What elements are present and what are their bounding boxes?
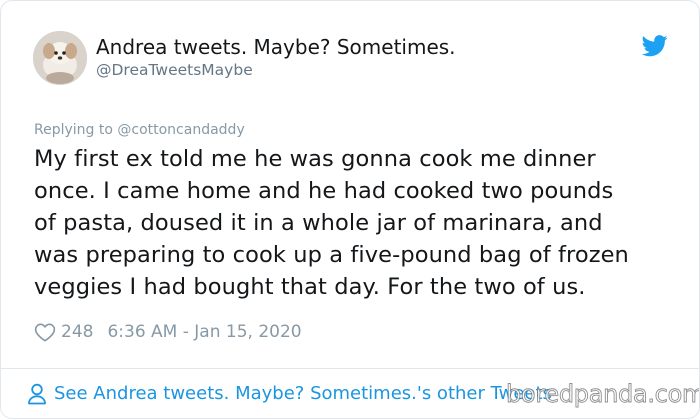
tweet-card: Andrea tweets. Maybe? Sometimes. @DreaTw… — [0, 0, 700, 419]
tweet-meta: 248 6:36 AM - Jan 15, 2020 — [34, 319, 302, 345]
footer-divider — [1, 368, 699, 369]
like-count: 248 — [61, 322, 94, 342]
author-avatar[interactable] — [33, 31, 87, 85]
dog-avatar-photo — [33, 31, 87, 85]
boredpanda-watermark: boredpanda.com — [506, 380, 700, 409]
see-other-tweets-label: See Andrea tweets. Maybe? Sometimes.'s o… — [54, 383, 552, 404]
tweet-text-line: once. I came home and he had cooked two … — [34, 178, 614, 204]
replying-to-label[interactable]: Replying to @cottoncandaddy — [34, 121, 245, 139]
tweet-text-line: was preparing to cook up a five-pound ba… — [34, 242, 629, 268]
tweet-text-line: veggies I had bought that day. For the t… — [34, 274, 586, 300]
author-info: Andrea tweets. Maybe? Sometimes. @DreaTw… — [96, 35, 456, 80]
tweet-text-line: My first ex told me he was gonna cook me… — [34, 146, 596, 172]
person-icon — [28, 383, 46, 405]
tweet-body: My first ex told me he was gonna cook me… — [34, 143, 684, 303]
twitter-bird-icon[interactable] — [642, 35, 668, 57]
author-display-name[interactable]: Andrea tweets. Maybe? Sometimes. — [96, 35, 456, 59]
see-other-tweets-link[interactable]: See Andrea tweets. Maybe? Sometimes.'s o… — [27, 382, 552, 406]
tweet-text-line: of pasta, doused it in a whole jar of ma… — [34, 210, 603, 236]
tweet-timestamp[interactable]: 6:36 AM - Jan 15, 2020 — [107, 322, 301, 342]
author-handle[interactable]: @DreaTweetsMaybe — [96, 60, 456, 80]
heart-icon[interactable] — [34, 322, 56, 342]
